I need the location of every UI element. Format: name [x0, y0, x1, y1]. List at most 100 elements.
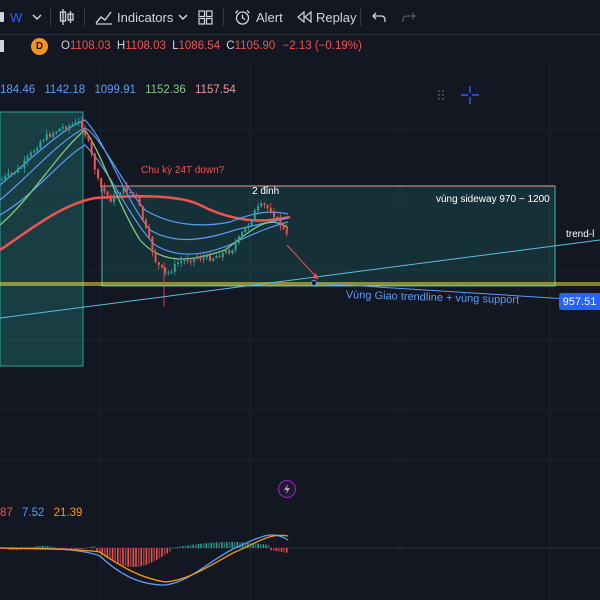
low-value: 1086.54 [178, 40, 221, 52]
price-axis-tag[interactable]: 957.51 [559, 293, 600, 310]
candle-body [237, 236, 240, 243]
indicators-button[interactable]: Indicators [95, 0, 173, 34]
candle-body [145, 219, 147, 228]
alert-button[interactable]: Alert [234, 0, 283, 34]
candle-body [129, 192, 131, 194]
candle-body [42, 140, 45, 142]
candle-body [260, 203, 263, 207]
candle-body [273, 212, 275, 218]
macd-bar [169, 548, 171, 552]
symbol-tail[interactable] [0, 0, 4, 34]
macd-bar [153, 548, 155, 562]
macd-bar [161, 548, 163, 557]
macd-bar [150, 548, 153, 563]
candle-body [116, 194, 119, 196]
macd-bar [184, 545, 187, 548]
macd-bar [218, 542, 220, 548]
candle-body [138, 195, 141, 207]
candle-body [279, 216, 282, 226]
macd-bar [197, 543, 200, 548]
macd-bar [91, 546, 93, 548]
candle-body [164, 267, 167, 273]
macd-bar [80, 548, 83, 549]
candle-body [199, 258, 202, 260]
lightning-icon[interactable] [278, 480, 296, 498]
macd-bar [208, 542, 210, 548]
two-peaks-annotation[interactable]: 2 đỉnh [252, 186, 279, 197]
alert-label: Alert [256, 9, 283, 25]
candle-body [183, 259, 186, 262]
ma-value-4: 1152.36 [145, 84, 186, 96]
interval-button[interactable]: W [10, 0, 22, 34]
candle-body [71, 124, 74, 126]
candle-body [113, 194, 115, 203]
market-status-badge[interactable]: D [31, 38, 48, 55]
macd-bar [192, 544, 194, 548]
candle-body [250, 220, 253, 226]
chevron-down-icon[interactable] [31, 0, 43, 34]
open-label: O [61, 40, 70, 52]
cycle-annotation[interactable]: Chu kỳ 24T down? [141, 165, 224, 176]
symbol-tail-mark [0, 40, 4, 52]
macd-bar [93, 546, 96, 548]
candles-icon[interactable] [59, 0, 75, 34]
candle-body [189, 261, 192, 263]
macd-bar [231, 542, 233, 548]
candle-body [209, 255, 211, 261]
toolbar-divider [50, 8, 51, 26]
drag-handle-icon[interactable] [437, 89, 445, 101]
macd-bar [88, 547, 90, 548]
candle-body [52, 133, 55, 137]
ma-value-2: 1142.18 [44, 84, 86, 96]
ma-legend: 184.46 1142.18 1099.91 1152.36 1157.54 [0, 84, 242, 96]
macd-bar [286, 548, 288, 553]
macd-bar [257, 543, 259, 548]
candle-body [193, 257, 195, 262]
macd-bar [182, 546, 184, 548]
macd-bar [140, 548, 142, 567]
candle-body [97, 169, 99, 179]
toolbar-divider [84, 8, 85, 26]
replay-button[interactable]: Replay [296, 0, 356, 34]
trendline-annotation[interactable]: trend-l [566, 229, 594, 240]
price-chart[interactable] [0, 60, 600, 600]
macd-bar [122, 548, 124, 566]
layout-grid-icon[interactable] [198, 0, 213, 34]
macd-bar [267, 544, 270, 548]
candle-body [218, 256, 221, 258]
chart-grid [0, 60, 600, 600]
candle-body [17, 168, 19, 173]
sideway-annotation[interactable]: vùng sideway 970 ~ 1200 [436, 194, 550, 205]
macd-bar [260, 543, 262, 548]
macd-histogram [0, 542, 288, 567]
macd-bar [156, 548, 158, 560]
top-toolbar: W Indicators Alert Replay [0, 0, 600, 35]
candle-body [253, 210, 256, 221]
macd-bar [117, 548, 119, 564]
candle-body [36, 148, 39, 151]
support-band[interactable] [0, 282, 600, 286]
change-value: −2.13 (−0.19%) [282, 40, 362, 52]
macd-bar [132, 548, 135, 567]
crosshair-icon[interactable] [459, 84, 481, 106]
candle-body [276, 216, 279, 218]
redo-icon[interactable] [402, 0, 416, 34]
candle-body [170, 271, 173, 273]
candle-body [103, 187, 106, 192]
macd-bar [205, 543, 207, 548]
macd-bar [213, 542, 215, 548]
candle-body [132, 192, 135, 195]
undo-icon[interactable] [372, 0, 386, 34]
indicators-label: Indicators [117, 9, 174, 25]
candle-body [90, 140, 93, 154]
target-point[interactable] [311, 280, 317, 286]
alert-clock-icon [235, 9, 250, 25]
candle-body [39, 141, 42, 149]
drawing-toolbox[interactable] [430, 80, 488, 110]
candle-body [100, 178, 103, 188]
candle-body [81, 121, 83, 128]
replay-icon [297, 11, 312, 23]
macd-bar [158, 548, 161, 559]
chevron-down-icon[interactable] [177, 0, 189, 34]
candle-body [58, 128, 61, 132]
